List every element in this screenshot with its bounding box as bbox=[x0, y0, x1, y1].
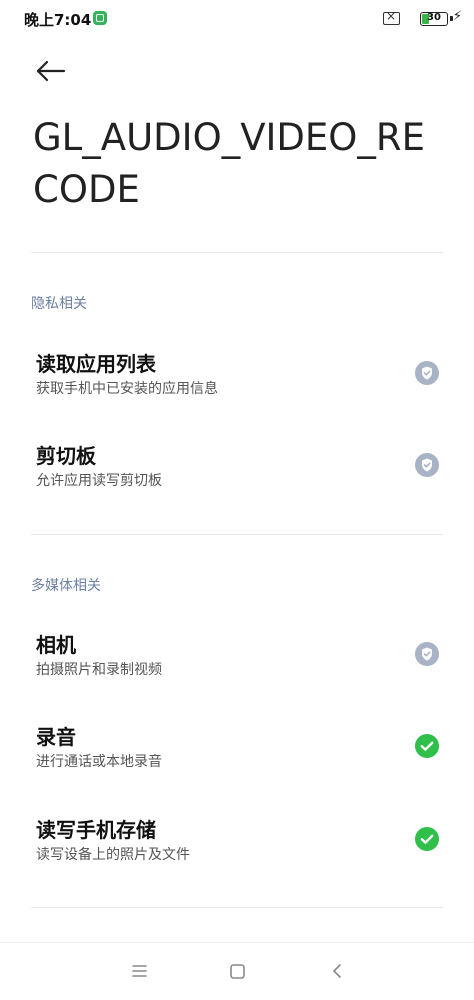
menu-icon bbox=[132, 965, 147, 977]
divider bbox=[31, 534, 443, 535]
permission-title: 相机 bbox=[36, 633, 76, 657]
page-title: GL_AUDIO_VIDEO_RECODE bbox=[33, 116, 426, 211]
shield-check-icon[interactable] bbox=[415, 642, 439, 666]
status-time: 晚上7:04 bbox=[24, 11, 92, 29]
permission-desc: 获取手机中已安装的应用信息 bbox=[36, 381, 218, 397]
permission-item-clipboard[interactable]: 剪切板 允许应用读写剪切板 bbox=[0, 440, 474, 510]
shield-check-icon[interactable] bbox=[415, 453, 439, 477]
permission-desc: 允许应用读写剪切板 bbox=[36, 473, 162, 489]
section-header-privacy: 隐私相关 bbox=[31, 296, 87, 312]
check-icon[interactable] bbox=[415, 827, 439, 851]
permission-item-app-list[interactable]: 读取应用列表 获取手机中已安装的应用信息 bbox=[0, 348, 474, 418]
shield-check-icon[interactable] bbox=[415, 361, 439, 385]
battery-icon: 30 bbox=[420, 12, 448, 26]
section-header-multimedia: 多媒体相关 bbox=[31, 578, 101, 594]
permission-title: 读取应用列表 bbox=[36, 352, 156, 376]
back-icon bbox=[333, 964, 341, 978]
nav-divider bbox=[0, 942, 474, 943]
battery-level: 30 bbox=[427, 12, 441, 23]
permission-title: 录音 bbox=[36, 725, 76, 749]
arrow-left-icon bbox=[36, 60, 66, 82]
permission-title: 剪切板 bbox=[36, 444, 96, 468]
permission-desc: 进行通话或本地录音 bbox=[36, 754, 162, 770]
divider bbox=[31, 252, 443, 253]
status-icons: 30 ⚡ bbox=[362, 9, 462, 28]
permission-title: 读写手机存储 bbox=[36, 818, 156, 842]
nav-back-button[interactable] bbox=[324, 958, 350, 984]
permission-item-storage[interactable]: 读写手机存储 读写设备上的照片及文件 bbox=[0, 814, 474, 884]
home-button[interactable] bbox=[224, 958, 250, 984]
app-notification-icon bbox=[93, 11, 107, 25]
back-button[interactable] bbox=[34, 56, 66, 88]
divider bbox=[31, 907, 443, 908]
charging-icon: ⚡ bbox=[452, 9, 462, 24]
check-icon[interactable] bbox=[415, 734, 439, 758]
status-bar: 晚上7:04 30 ⚡ bbox=[0, 0, 474, 40]
permission-item-recording[interactable]: 录音 进行通话或本地录音 bbox=[0, 721, 474, 791]
permission-desc: 拍摄照片和录制视频 bbox=[36, 662, 162, 678]
home-icon bbox=[230, 964, 245, 979]
menu-button[interactable] bbox=[126, 958, 152, 984]
permission-item-camera[interactable]: 相机 拍摄照片和录制视频 bbox=[0, 629, 474, 699]
sim-no-service-icon bbox=[383, 9, 400, 25]
permission-desc: 读写设备上的照片及文件 bbox=[36, 847, 190, 863]
